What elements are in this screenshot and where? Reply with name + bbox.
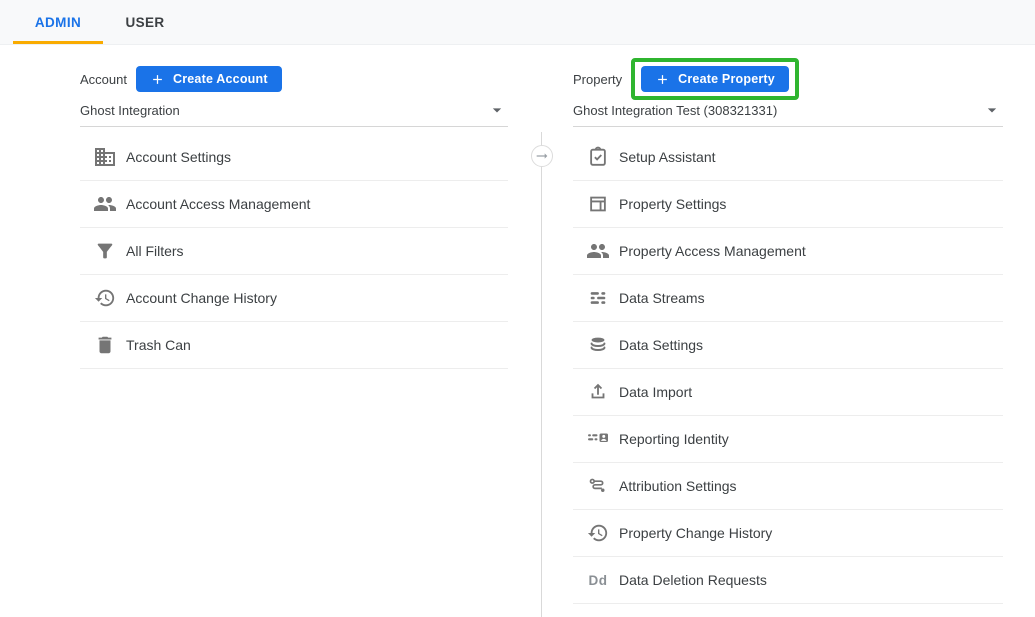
menu-item-label: Data Deletion Requests [619, 572, 767, 588]
menu-item-property-change-history[interactable]: Property Change History [573, 510, 1003, 557]
plus-icon [150, 72, 165, 87]
column-divider [541, 132, 542, 617]
menu-item-trash-can[interactable]: Trash Can [80, 322, 508, 369]
tab-user[interactable]: USER [103, 0, 187, 44]
property-menu: Setup Assistant Property Settings Proper… [573, 134, 1003, 604]
account-header: Account Create Account [80, 57, 508, 101]
account-menu: Account Settings Account Access Manageme… [80, 134, 508, 369]
history-icon [93, 286, 117, 310]
property-label: Property [573, 72, 622, 87]
menu-item-label: Account Access Management [126, 196, 310, 212]
create-account-button-label: Create Account [173, 72, 268, 86]
menu-item-label: Property Settings [619, 196, 726, 212]
menu-item-all-filters[interactable]: All Filters [80, 228, 508, 275]
menu-item-reporting-identity[interactable]: Reporting Identity [573, 416, 1003, 463]
people-icon [586, 239, 610, 263]
menu-item-label: Trash Can [126, 337, 191, 353]
property-header: Property Create Property [573, 57, 1003, 101]
attribution-path-icon [586, 474, 610, 498]
menu-item-label: Property Access Management [619, 243, 806, 259]
menu-item-label: Account Settings [126, 149, 231, 165]
menu-item-label: Reporting Identity [619, 431, 729, 447]
menu-item-data-settings[interactable]: Data Settings [573, 322, 1003, 369]
menu-item-data-import[interactable]: Data Import [573, 369, 1003, 416]
create-account-button[interactable]: Create Account [136, 66, 282, 92]
menu-item-property-access-management[interactable]: Property Access Management [573, 228, 1003, 275]
property-selector-value: Ghost Integration Test (308321331) [573, 103, 777, 118]
create-property-button[interactable]: Create Property [641, 66, 789, 92]
arrow-right-icon [534, 148, 550, 164]
account-panel: Account Create Account Ghost Integration… [80, 57, 508, 369]
property-panel: Property Create Property Ghost Integrati… [573, 57, 1003, 604]
menu-item-data-streams[interactable]: Data Streams [573, 275, 1003, 322]
identity-card-icon [586, 427, 610, 451]
menu-item-attribution-settings[interactable]: Attribution Settings [573, 463, 1003, 510]
menu-item-label: Data Streams [619, 290, 705, 306]
admin-user-tabbar: ADMIN USER [0, 0, 1035, 45]
streams-icon [586, 286, 610, 310]
move-to-property-button[interactable] [531, 145, 553, 167]
history-icon [586, 521, 610, 545]
menu-item-label: Data Settings [619, 337, 703, 353]
annotation-highlight-box: Create Property [631, 58, 799, 100]
clipboard-check-icon [586, 145, 610, 169]
menu-item-label: Account Change History [126, 290, 277, 306]
create-property-button-label: Create Property [678, 72, 775, 86]
menu-item-label: All Filters [126, 243, 184, 259]
account-label: Account [80, 72, 127, 87]
database-icon [586, 333, 610, 357]
upload-icon [586, 380, 610, 404]
menu-item-label: Data Import [619, 384, 692, 400]
dd-text-icon: Dd [586, 568, 610, 592]
menu-item-data-deletion-requests[interactable]: Dd Data Deletion Requests [573, 557, 1003, 604]
account-selector-value: Ghost Integration [80, 103, 180, 118]
layout-icon [586, 192, 610, 216]
trash-icon [93, 333, 117, 357]
property-selector[interactable]: Ghost Integration Test (308321331) [573, 101, 1003, 127]
menu-item-label: Property Change History [619, 525, 772, 541]
filter-icon [93, 239, 117, 263]
plus-icon [655, 72, 670, 87]
menu-item-label: Setup Assistant [619, 149, 716, 165]
chevron-down-icon [487, 100, 507, 120]
menu-item-label: Attribution Settings [619, 478, 737, 494]
menu-item-setup-assistant[interactable]: Setup Assistant [573, 134, 1003, 181]
menu-item-property-settings[interactable]: Property Settings [573, 181, 1003, 228]
chevron-down-icon [982, 100, 1002, 120]
menu-item-account-change-history[interactable]: Account Change History [80, 275, 508, 322]
account-selector[interactable]: Ghost Integration [80, 101, 508, 127]
menu-item-account-access-management[interactable]: Account Access Management [80, 181, 508, 228]
building-icon [93, 145, 117, 169]
people-icon [93, 192, 117, 216]
tab-admin[interactable]: ADMIN [13, 0, 103, 44]
menu-item-account-settings[interactable]: Account Settings [80, 134, 508, 181]
